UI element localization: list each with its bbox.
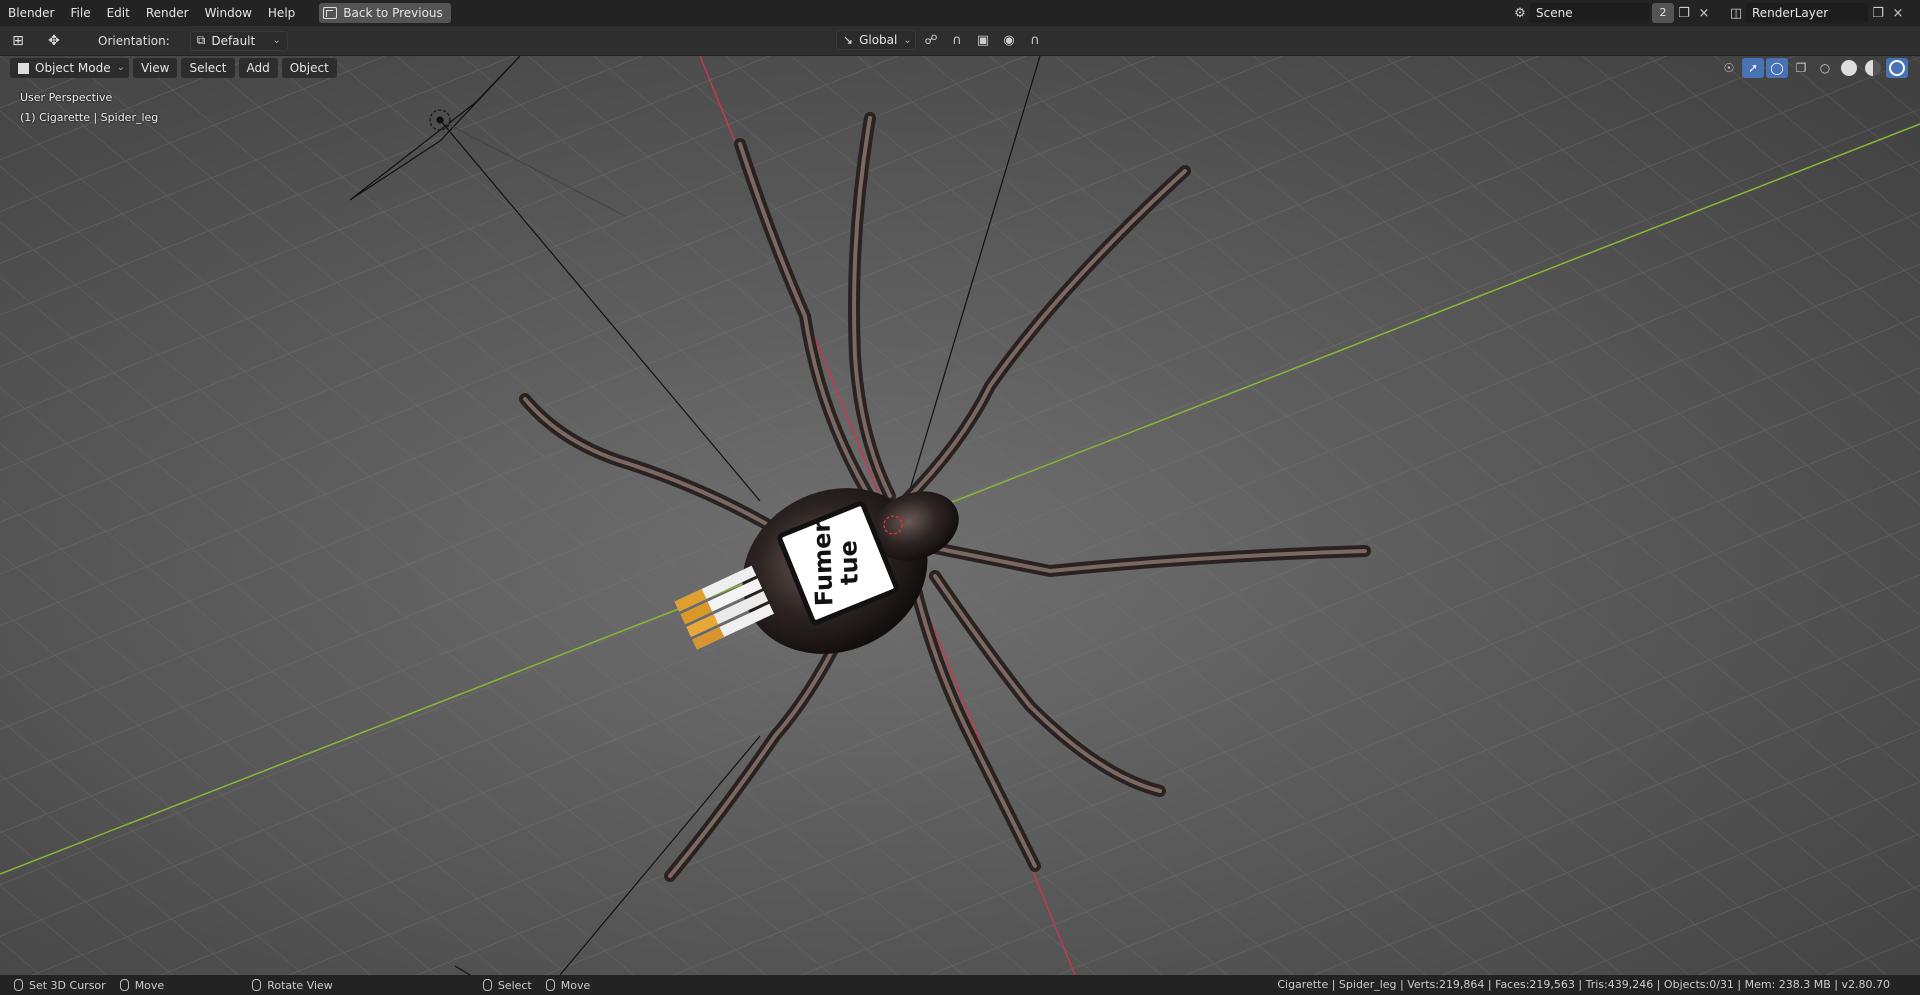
add-menu[interactable]: Add <box>238 58 278 78</box>
snap-target-icon[interactable]: ▣ <box>972 30 994 50</box>
viewport-shading-controls: ☉ ➚ ◯ ❐ ○ <box>1718 58 1908 78</box>
chevron-down-icon: ⌄ <box>116 62 125 73</box>
orientation-value: Default <box>211 33 256 48</box>
mouse-left-icon <box>482 979 492 991</box>
overlay-icon[interactable]: ◯ <box>1766 58 1788 78</box>
menu-help[interactable]: Help <box>260 0 303 26</box>
transform-orientation-dropdown[interactable]: ↘ Global ⌄ <box>836 30 916 50</box>
new-render-layer-icon[interactable]: ❐ <box>1868 3 1888 23</box>
viewport-header: Object Mode ⌄ View Select Add Object <box>10 58 337 78</box>
orientation-label: Orientation: <box>98 33 170 48</box>
mouse-drag-icon <box>119 979 129 991</box>
proportional-edit-icon[interactable]: ◉ <box>998 30 1020 50</box>
object-mode-label: Object Mode <box>35 61 111 75</box>
3d-viewport[interactable]: Fumer tue Object Mode ⌄ View Select Add … <box>0 56 1920 975</box>
solid-shading-icon[interactable] <box>1838 58 1860 78</box>
rendered-shading-icon[interactable] <box>1886 58 1908 78</box>
scene-browse-icon[interactable]: ⚙ <box>1510 3 1530 23</box>
pivot-point-icon[interactable]: ☍ <box>920 30 942 50</box>
material-shading-icon[interactable] <box>1862 58 1884 78</box>
status-select: Select <box>482 979 532 992</box>
render-layer-field[interactable]: RenderLayer <box>1746 3 1868 23</box>
label-text-line-2: tue <box>834 540 864 586</box>
snap-icon[interactable]: ∩ <box>946 30 968 50</box>
wireframe-shading-icon[interactable]: ○ <box>1814 58 1836 78</box>
orientation-dropdown[interactable]: ⧉ Default ⌄ <box>189 30 288 51</box>
render-layer-browse-icon[interactable]: ◫ <box>1726 3 1746 23</box>
new-scene-icon[interactable]: ❐ <box>1674 3 1694 23</box>
mouse-left-icon <box>14 979 23 991</box>
screen-back-icon <box>323 7 338 19</box>
xray-icon[interactable]: ❐ <box>1790 58 1812 78</box>
top-bar: Blender File Edit Render Window Help Bac… <box>0 0 1920 26</box>
move-tool-icon[interactable]: ✥ <box>36 30 72 52</box>
menu-edit[interactable]: Edit <box>99 0 138 26</box>
transform-orientation-value: Global <box>859 33 898 47</box>
menu-window[interactable]: Window <box>197 0 260 26</box>
active-object-label: (1) Cigarette | Spider_leg <box>20 111 159 124</box>
label-text-line-1: Fumer <box>808 520 839 606</box>
scene-users-count[interactable]: 2 <box>1652 3 1674 23</box>
perspective-label: User Perspective <box>20 91 113 104</box>
viewport-scene: Fumer tue <box>0 56 1920 975</box>
menu-file[interactable]: File <box>63 0 99 26</box>
menu-render[interactable]: Render <box>138 0 197 26</box>
global-axes-icon: ↘ <box>843 33 854 47</box>
chevron-down-icon: ⌄ <box>272 35 281 46</box>
tool-header: ⊞ ✥ Orientation: ⧉ Default ⌄ ↘ Global ⌄ … <box>0 26 1920 56</box>
status-bar: Set 3D Cursor Move Rotate View Select Mo… <box>0 975 1920 995</box>
mouse-middle-icon <box>252 979 262 991</box>
remove-scene-icon[interactable]: × <box>1694 3 1714 23</box>
select-menu[interactable]: Select <box>181 58 235 78</box>
scene-name-field[interactable]: Scene <box>1530 3 1650 23</box>
scene-statistics: Cigarette | Spider_leg | Verts:219,864 |… <box>1277 978 1890 991</box>
menu-blender[interactable]: Blender <box>0 0 63 26</box>
floor-grid <box>0 56 1920 975</box>
back-to-previous-label: Back to Previous <box>343 6 443 20</box>
status-move: Move <box>119 979 164 992</box>
object-mode-icon <box>18 62 29 74</box>
object-mode-dropdown[interactable]: Object Mode ⌄ <box>10 58 129 78</box>
object-menu[interactable]: Object <box>281 58 337 78</box>
viewport-info-overlay: User Perspective (1) Cigarette | Spider_… <box>20 88 158 128</box>
chevron-down-icon: ⌄ <box>903 34 912 46</box>
mouse-drag-icon <box>545 979 555 991</box>
visibility-icon[interactable]: ☉ <box>1718 58 1740 78</box>
status-set-cursor: Set 3D Cursor <box>14 979 106 992</box>
gizmo-icon[interactable]: ➚ <box>1742 58 1764 78</box>
back-to-previous-button[interactable]: Back to Previous <box>319 3 451 23</box>
status-move-2: Move <box>545 979 590 992</box>
editor-type-icon[interactable]: ⊞ <box>0 30 36 52</box>
view-menu[interactable]: View <box>132 58 178 78</box>
status-rotate-view: Rotate View <box>252 979 333 992</box>
remove-render-layer-icon[interactable]: × <box>1888 3 1908 23</box>
orientation-icon: ⧉ <box>196 33 206 47</box>
falloff-icon[interactable]: ∩ <box>1024 30 1046 50</box>
